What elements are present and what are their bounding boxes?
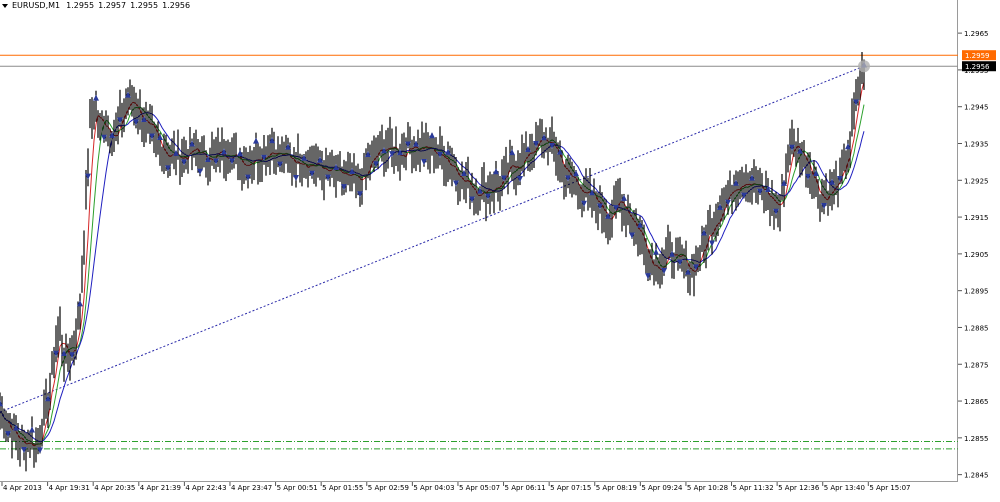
price-axis-label: 1.2845	[964, 472, 989, 480]
time-axis-label: 4 Apr 19:31	[49, 484, 90, 492]
time-axis-label: 5 Apr 01:55	[322, 484, 363, 492]
time-axis-label: 5 Apr 02:59	[368, 484, 409, 492]
price-axis-label: 1.2925	[964, 177, 989, 185]
price-axis-label: 1.2905	[964, 251, 989, 259]
price-axis-label: 1.2945	[964, 104, 989, 112]
time-axis-label: 5 Apr 05:07	[459, 484, 500, 492]
time-axis-label: 5 Apr 13:40	[824, 484, 865, 492]
fractal-arrow-up	[93, 94, 99, 101]
fractal-arrow-up	[29, 426, 35, 433]
time-axis-label: 5 Apr 07:15	[550, 484, 591, 492]
time-axis-label: 5 Apr 06:11	[505, 484, 546, 492]
fractal-arrow-up	[429, 132, 435, 139]
trend-line[interactable]	[0, 65, 865, 413]
fractal-arrow-up	[253, 137, 259, 144]
price-axis-label: 1.2935	[964, 140, 989, 148]
time-axis-label: 4 Apr 20:35	[94, 484, 135, 492]
fractal-arrow-down	[709, 240, 715, 247]
time-axis-label: 5 Apr 00:51	[277, 484, 318, 492]
time-axis-label: 5 Apr 12:36	[778, 484, 820, 492]
time-axis-label: 4 Apr 2013	[3, 484, 42, 492]
moving-average-3	[0, 112, 865, 443]
fractal-arrow-down	[293, 175, 299, 182]
price-chart[interactable]: 1.29651.29551.29451.29351.29251.29151.29…	[0, 0, 1000, 502]
time-axis-label: 4 Apr 21:39	[140, 484, 181, 492]
price-axis-label: 1.2965	[964, 30, 989, 38]
time-axis-label: 5 Apr 09:24	[641, 484, 683, 492]
current-price-marker	[858, 60, 870, 73]
time-axis-label: 5 Apr 04:03	[413, 484, 454, 492]
time-axis-label: 4 Apr 23:47	[231, 484, 272, 492]
ask-price-label: 1.2959	[965, 52, 990, 60]
price-axis-label: 1.2915	[964, 214, 989, 222]
price-axis-label: 1.2885	[964, 324, 989, 332]
time-axis-label: 4 Apr 22:43	[185, 484, 226, 492]
price-axis-label: 1.2855	[964, 435, 989, 443]
price-axis-label: 1.2875	[964, 361, 989, 369]
price-axis-label: 1.2895	[964, 288, 989, 296]
bid-price-label: 1.2956	[965, 63, 990, 71]
chart-window[interactable]: EURUSD,M1 1.2955 1.2957 1.2955 1.2956 1.…	[0, 0, 1000, 502]
time-axis-label: 5 Apr 10:28	[687, 484, 728, 492]
price-axis-label: 1.2865	[964, 398, 989, 406]
time-axis-label: 5 Apr 15:07	[869, 484, 910, 492]
time-axis-label: 5 Apr 08:19	[596, 484, 637, 492]
time-axis-label: 5 Apr 11:32	[733, 484, 774, 492]
